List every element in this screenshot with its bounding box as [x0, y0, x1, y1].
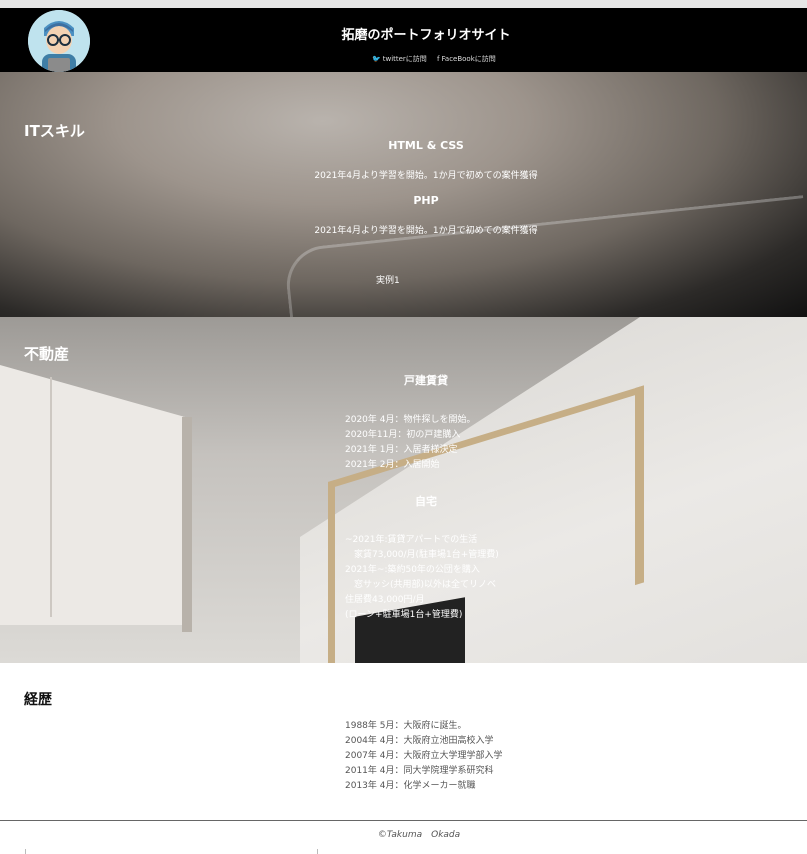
cabinet-side [182, 417, 192, 632]
top-border [0, 0, 807, 8]
detached-heading: 戸建賃貸 [404, 374, 448, 387]
detached-line: 2020年 4月：物件探しを開始。 [345, 415, 476, 425]
home-line: 家賃73,000/月(駐車場1台+管理費) [345, 550, 499, 560]
real-estate-title: 不動産 [24, 345, 70, 363]
copyright-text: ©Takuma Okada [377, 830, 461, 840]
history-line: 2013年 4月：化学メーカー就職 [345, 781, 476, 791]
history-section: 経歴 1988年 5月：大阪府に誕生。 2004年 4月：大阪府立池田高校入学 … [0, 663, 807, 821]
twitter-link[interactable]: 🐦 twitterに訪問 [372, 55, 431, 63]
background-photo-detail [282, 195, 807, 317]
twitter-label: twitterに訪問 [382, 55, 427, 63]
facebook-link[interactable]: f FaceBookに訪問 [437, 55, 500, 63]
history-line: 2007年 4月：大阪府立大学理学部入学 [345, 751, 503, 761]
php-desc: 2021年4月より学習を開始。1か月で初めての案件獲得 [314, 226, 538, 236]
detached-line: 2021年 1月：入居者様決定 [345, 445, 458, 455]
home-line: 窓サッシ(共用部)以外は全てリノベ [345, 580, 497, 590]
social-links: 🐦 twitterに訪問 f FaceBookに訪問 [372, 54, 504, 64]
detached-line: 2020年11月：初の戸建購入 [345, 430, 461, 440]
home-line: 2021年~:築約50年の公団を購入 [345, 565, 480, 575]
facebook-icon: f [437, 55, 440, 63]
history-line: 2004年 4月：大阪府立池田高校入学 [345, 736, 494, 746]
site-title: 拓磨のポートフォリオサイト [341, 28, 511, 43]
footer-divider [25, 849, 26, 854]
footer-divider [317, 849, 318, 854]
site-header: 拓磨のポートフォリオサイト 🐦 twitterに訪問 f FaceBookに訪問 [0, 8, 807, 72]
it-skills-section: ITスキル HTML & CSS 2021年4月より学習を開始。1か月で初めての… [0, 72, 807, 317]
home-line: (ローン+駐車場1台+管理費) [345, 610, 463, 620]
history-title: 経歴 [24, 692, 52, 708]
home-line: 住居費43,000円/月 [345, 595, 425, 605]
history-line: 1988年 5月：大阪府に誕生。 [345, 721, 467, 731]
example-link[interactable]: 実例1 [376, 273, 400, 286]
real-estate-section: 不動産 戸建賃貸 2020年 4月：物件探しを開始。 2020年11月：初の戸建… [0, 317, 807, 663]
php-heading: PHP [413, 194, 439, 207]
history-line: 2011年 4月：同大学院理学系研究科 [345, 766, 494, 776]
it-section-title: ITスキル [24, 122, 85, 140]
detached-line: 2021年 2月：入居開始 [345, 460, 440, 470]
twitter-icon: 🐦 [372, 55, 381, 63]
facebook-label: FaceBookに訪問 [441, 55, 496, 63]
html-css-heading: HTML & CSS [388, 139, 464, 152]
html-css-desc: 2021年4月より学習を開始。1か月で初めての案件獲得 [314, 171, 538, 181]
home-line: ~2021年:賃貸アパートでの生活 [345, 535, 478, 545]
site-footer: ©Takuma Okada [0, 820, 807, 854]
home-heading: 自宅 [415, 495, 437, 508]
